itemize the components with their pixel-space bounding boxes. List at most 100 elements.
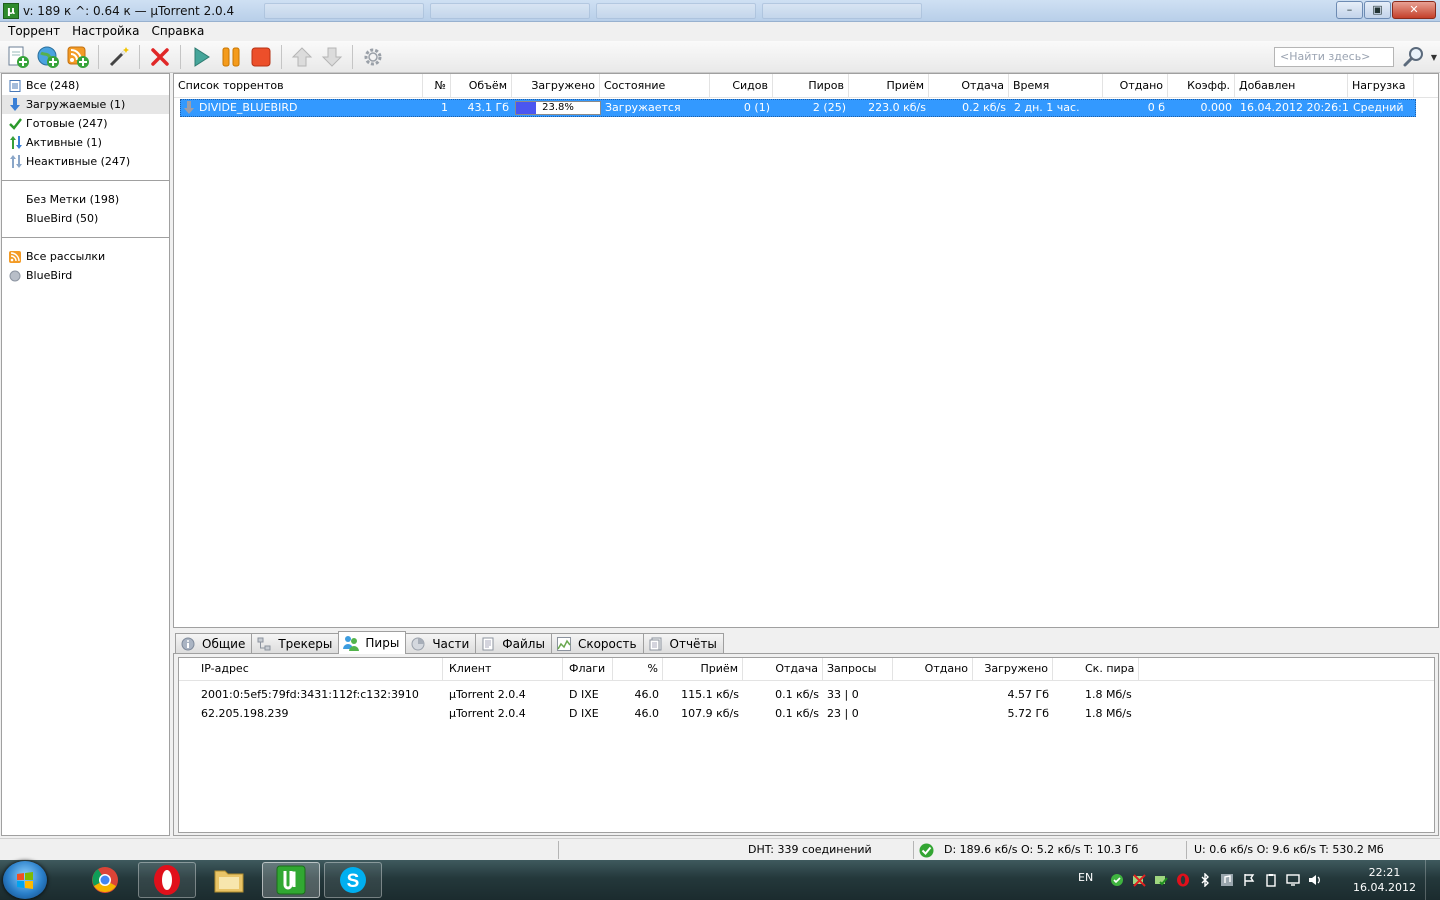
sidebar-item-feed-bluebird[interactable]: BlueBird	[2, 266, 169, 285]
column-done[interactable]: Загружено	[512, 74, 600, 98]
column-number[interactable]: №	[423, 74, 451, 98]
utorrent-app-icon[interactable]: µ	[3, 2, 19, 19]
tab-logger[interactable]: Отчёты	[642, 633, 724, 654]
column-ratio[interactable]: Коэфф.	[1168, 74, 1235, 98]
sidebar-item-label-bluebird[interactable]: BlueBird (50)	[2, 209, 169, 228]
taskbar-chrome[interactable]	[76, 862, 134, 898]
sidebar-item-active[interactable]: Активные (1)	[2, 133, 169, 152]
add-url-button[interactable]	[34, 44, 61, 70]
column-added[interactable]: Добавлен	[1235, 74, 1348, 98]
taskbar-explorer[interactable]	[200, 862, 258, 898]
close-button[interactable]: ✕	[1392, 1, 1436, 19]
action-center-flag-icon[interactable]	[1242, 873, 1256, 887]
trackers-icon	[256, 636, 272, 652]
volume-icon[interactable]	[1308, 873, 1322, 887]
clock[interactable]: 22:21 16.04.2012	[1353, 865, 1416, 895]
peer-column-flags[interactable]: Флаги	[563, 658, 613, 680]
blank-icon	[8, 212, 22, 226]
network-disabled-icon[interactable]	[1132, 873, 1146, 887]
taskbar-skype[interactable]: S	[324, 862, 382, 898]
sidebar-item-downloading[interactable]: Загружаемые (1)	[2, 95, 169, 114]
inactive-arrows-icon	[8, 155, 22, 169]
title-bar[interactable]: µ v: 189 к ^: 0.64 к — µTorrent 2.0.4 – …	[0, 0, 1440, 22]
search-button[interactable]	[1402, 46, 1426, 68]
peer-column-requests[interactable]: Запросы	[823, 658, 893, 680]
peer-column-client[interactable]: Клиент	[443, 658, 563, 680]
taskbar-utorrent[interactable]	[262, 862, 320, 898]
column-load[interactable]: Нагрузка	[1348, 74, 1414, 98]
torrent-seeds: 0 (1)	[743, 101, 770, 114]
peer-column-uploaded[interactable]: Отдано	[893, 658, 973, 680]
peer-column-peer-speed[interactable]: Ск. пира	[1053, 658, 1139, 680]
tab-peers[interactable]: Пиры	[338, 631, 407, 654]
tab-files[interactable]: Файлы	[475, 633, 552, 654]
column-uploaded[interactable]: Отдано	[1103, 74, 1168, 98]
tab-speed[interactable]: Скорость	[550, 633, 644, 654]
upload-status[interactable]: U: 0.6 кб/s O: 9.6 кб/s T: 530.2 Мб	[1194, 839, 1384, 861]
search-dropdown-icon[interactable]: ▼	[1431, 53, 1437, 62]
column-status[interactable]: Состояние	[600, 74, 710, 98]
detail-tabs: Общие Трекеры Пиры Части Файлы Скорость	[175, 631, 724, 654]
tab-pieces[interactable]: Части	[405, 633, 477, 654]
menu-settings[interactable]: Настройка	[66, 22, 145, 41]
move-down-button[interactable]	[318, 44, 345, 70]
search-input[interactable]: <Найти здесь>	[1274, 47, 1394, 67]
network-ok-icon[interactable]	[919, 839, 934, 861]
minimize-button[interactable]: –	[1336, 1, 1363, 19]
tab-general[interactable]: Общие	[175, 633, 253, 654]
peer-column-down-speed[interactable]: Приём	[663, 658, 743, 680]
add-torrent-button[interactable]	[4, 44, 31, 70]
dht-status[interactable]: DHT: 339 соединений	[748, 839, 872, 861]
maximize-button[interactable]: ▣	[1364, 1, 1391, 19]
music-icon[interactable]	[1220, 873, 1234, 887]
create-torrent-button[interactable]	[105, 44, 132, 70]
sidebar-item-all-feeds[interactable]: Все рассылки	[2, 247, 169, 266]
show-desktop-button[interactable]	[1425, 860, 1440, 900]
remove-button[interactable]	[146, 44, 173, 70]
move-up-button[interactable]	[288, 44, 315, 70]
torrent-size: 43.1 Гб	[467, 101, 509, 114]
add-rss-button[interactable]	[64, 44, 91, 70]
column-eta[interactable]: Время	[1009, 74, 1103, 98]
column-down-speed[interactable]: Приём	[849, 74, 929, 98]
peers-panel: IP-адрес Клиент Флаги % Приём Отдача Зап…	[173, 653, 1439, 836]
pause-button[interactable]	[217, 44, 244, 70]
stop-button[interactable]	[247, 44, 274, 70]
opera-tray-icon[interactable]	[1176, 873, 1190, 887]
torrent-progress-text: 23.8%	[542, 102, 574, 113]
torrent-row[interactable]: DIVIDE_BLUEBIRD 1 43.1 Гб 23.8% Загружае…	[180, 99, 1416, 117]
column-seeds[interactable]: Сидов	[710, 74, 773, 98]
column-name[interactable]: Список торрентов	[174, 74, 423, 98]
peer-column-ip[interactable]: IP-адрес	[179, 658, 443, 680]
peer-column-downloaded[interactable]: Загружено	[973, 658, 1053, 680]
language-indicator[interactable]: EN	[1078, 871, 1093, 884]
column-up-speed[interactable]: Отдача	[929, 74, 1009, 98]
menu-help[interactable]: Справка	[145, 22, 210, 41]
taskbar-opera[interactable]	[138, 862, 196, 898]
menu-torrent[interactable]: Торрент	[2, 22, 66, 41]
peer-row[interactable]: 2001:0:5ef5:79fd:3431:112f:c132:3910 µTo…	[179, 685, 1434, 704]
start-button[interactable]	[3, 861, 47, 899]
utorrent-tray-icon[interactable]	[1110, 873, 1124, 887]
download-status[interactable]: D: 189.6 кб/s O: 5.2 кб/s T: 10.3 Гб	[944, 839, 1138, 861]
display-icon[interactable]	[1286, 873, 1300, 887]
peer-column-up-speed[interactable]: Отдача	[743, 658, 823, 680]
network-ok-tray-icon[interactable]	[1154, 873, 1168, 887]
column-size[interactable]: Объём	[451, 74, 512, 98]
peer-row[interactable]: 62.205.198.239 µTorrent 2.0.4 D IXE 46.0…	[179, 704, 1434, 723]
column-peers[interactable]: Пиров	[773, 74, 849, 98]
peer-column-percent[interactable]: %	[613, 658, 663, 680]
background-window-tab	[430, 2, 591, 19]
preferences-button[interactable]	[359, 44, 386, 70]
start-button[interactable]	[187, 44, 214, 70]
tab-trackers[interactable]: Трекеры	[251, 633, 340, 654]
sidebar-item-no-label[interactable]: Без Метки (198)	[2, 190, 169, 209]
sidebar-item-inactive[interactable]: Неактивные (247)	[2, 152, 169, 171]
toolbar-separator	[180, 44, 181, 69]
clipboard-icon[interactable]	[1264, 873, 1278, 887]
torrent-uploaded: 0 б	[1147, 101, 1165, 114]
sidebar-item-all[interactable]: Все (248)	[2, 76, 169, 95]
all-icon	[8, 79, 22, 93]
sidebar-item-completed[interactable]: Готовые (247)	[2, 114, 169, 133]
bluetooth-icon[interactable]	[1198, 873, 1212, 887]
